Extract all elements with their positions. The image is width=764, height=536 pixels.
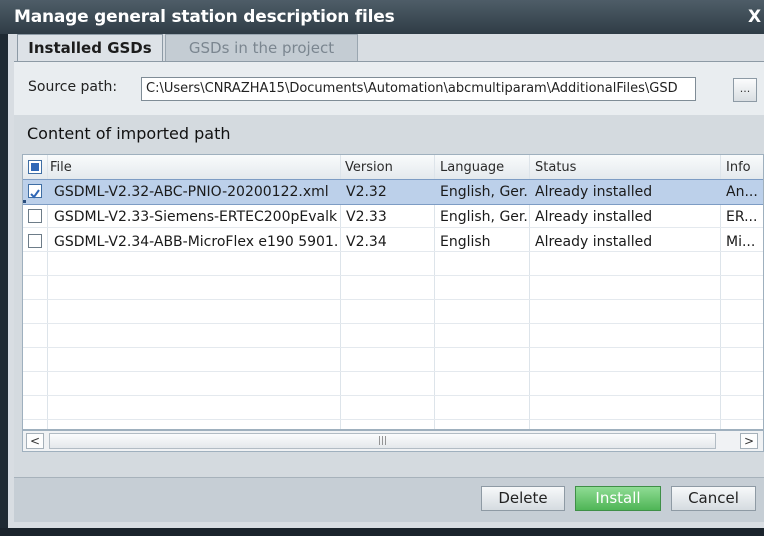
checkmark-icon[interactable] xyxy=(28,184,42,199)
window-bottom-edge xyxy=(0,528,764,536)
scroll-thumb[interactable]: ||| xyxy=(49,433,716,449)
scroll-left-icon[interactable]: < xyxy=(26,433,44,449)
row-checkbox[interactable] xyxy=(28,234,42,248)
row-version: V2.34 xyxy=(346,234,387,250)
row-checkbox[interactable] xyxy=(28,209,42,223)
column-header-status[interactable]: Status xyxy=(535,160,576,175)
gsd-table: File Version Language Status Info GSDML-… xyxy=(22,154,764,430)
column-header-info[interactable]: Info xyxy=(726,160,751,175)
row-info: ER... xyxy=(726,209,758,225)
row-info: Mi... xyxy=(726,234,756,250)
tab-installed-gsds[interactable]: Installed GSDs xyxy=(17,34,163,62)
row-language: English xyxy=(440,234,491,250)
table-row[interactable]: GSDML-V2.34-ABB-MicroFlex e190 5901.( V2… xyxy=(23,230,763,254)
row-version: V2.33 xyxy=(346,209,387,225)
column-header-file[interactable]: File xyxy=(50,160,72,175)
tab-gsds-in-project[interactable]: GSDs in the project xyxy=(165,34,358,62)
content-section-title: Content of imported path xyxy=(27,124,231,143)
column-header-version[interactable]: Version xyxy=(345,160,393,175)
close-icon[interactable]: X xyxy=(748,7,761,27)
select-all-checkbox-icon[interactable] xyxy=(28,160,42,174)
row-file: GSDML-V2.34-ABB-MicroFlex e190 5901.( xyxy=(54,234,338,250)
scroll-right-icon[interactable]: > xyxy=(740,433,758,449)
row-info: An... xyxy=(726,184,758,200)
row-version: V2.32 xyxy=(346,184,387,200)
install-button[interactable]: Install xyxy=(575,486,661,511)
row-status: Already installed xyxy=(535,184,653,200)
gsd-dialog: Manage general station description files… xyxy=(0,0,764,536)
dialog-title: Manage general station description files xyxy=(14,7,395,27)
title-bar: Manage general station description files… xyxy=(0,0,764,34)
row-file: GSDML-V2.33-Siemens-ERTEC200pEvalki xyxy=(54,209,338,225)
delete-button[interactable]: Delete xyxy=(481,486,565,511)
table-row[interactable]: GSDML-V2.33-Siemens-ERTEC200pEvalki V2.3… xyxy=(23,205,763,229)
row-language: English, Ger... xyxy=(440,184,528,200)
browse-button[interactable]: ... xyxy=(733,78,757,102)
column-header-language[interactable]: Language xyxy=(440,160,504,175)
table-header: File Version Language Status Info xyxy=(23,155,763,180)
cancel-button[interactable]: Cancel xyxy=(671,486,756,511)
table-row[interactable]: GSDML-V2.32-ABC-PNIO-20200122.xml V2.32 … xyxy=(23,179,763,205)
row-file: GSDML-V2.32-ABC-PNIO-20200122.xml xyxy=(54,184,329,200)
row-status: Already installed xyxy=(535,234,653,250)
horizontal-scrollbar[interactable]: < ||| > xyxy=(22,430,764,452)
row-language: English, Ger... xyxy=(440,209,528,225)
source-path-field[interactable]: C:\Users\CNRAZHA15\Documents\Automation\… xyxy=(141,77,696,101)
source-path-label: Source path: xyxy=(28,79,118,95)
row-status: Already installed xyxy=(535,209,653,225)
